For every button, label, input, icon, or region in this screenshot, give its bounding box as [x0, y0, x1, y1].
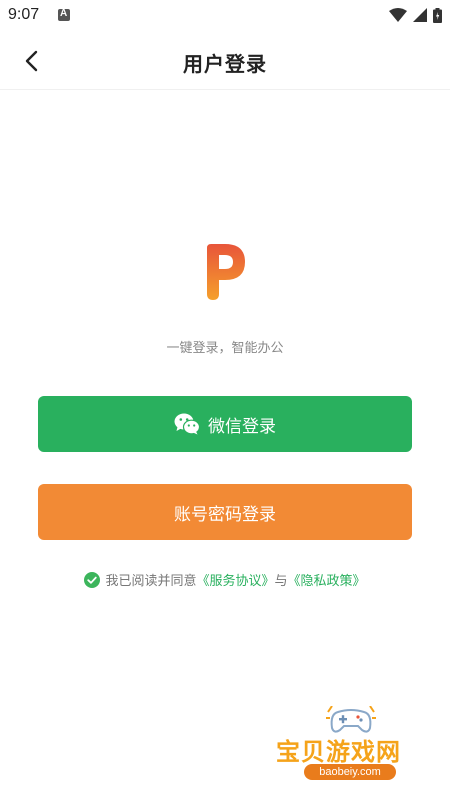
status-bar: 9:07 [0, 0, 450, 32]
wechat-login-label: 微信登录 [208, 416, 276, 437]
wifi-icon [389, 8, 407, 22]
service-agreement-link[interactable]: 《服务协议》 [196, 570, 274, 589]
account-login-label: 账号密码登录 [174, 504, 276, 525]
watermark: 宝贝游戏网 baobeiy.com [270, 700, 430, 790]
privacy-policy-link[interactable]: 《隐私政策》 [288, 570, 366, 589]
agreement-joiner: 与 [274, 574, 288, 589]
app-header: 用户登录 [0, 32, 450, 90]
status-time: 9:07 [8, 6, 40, 23]
p-logo-icon [207, 244, 245, 300]
status-icons [389, 7, 442, 23]
wechat-login-button[interactable]: 微信登录 [38, 396, 412, 452]
tagline: 一键登录，智能办公 [166, 341, 284, 356]
app-logo [185, 232, 265, 312]
watermark-url: baobeiy.com [304, 764, 396, 780]
wechat-icon [174, 413, 200, 435]
page-title: 用户登录 [183, 52, 267, 76]
battery-icon [433, 7, 442, 23]
watermark-text: 宝贝游戏网 [276, 738, 401, 766]
app-notification-icon [58, 8, 70, 21]
signal-icon [413, 8, 427, 22]
check-circle-icon[interactable] [84, 571, 101, 588]
account-login-button[interactable]: 账号密码登录 [38, 484, 412, 540]
agreement-row: 我已阅读并同意 《服务协议》 与 《隐私政策》 [0, 570, 450, 589]
agreement-prefix: 我已阅读并同意 [105, 574, 197, 589]
